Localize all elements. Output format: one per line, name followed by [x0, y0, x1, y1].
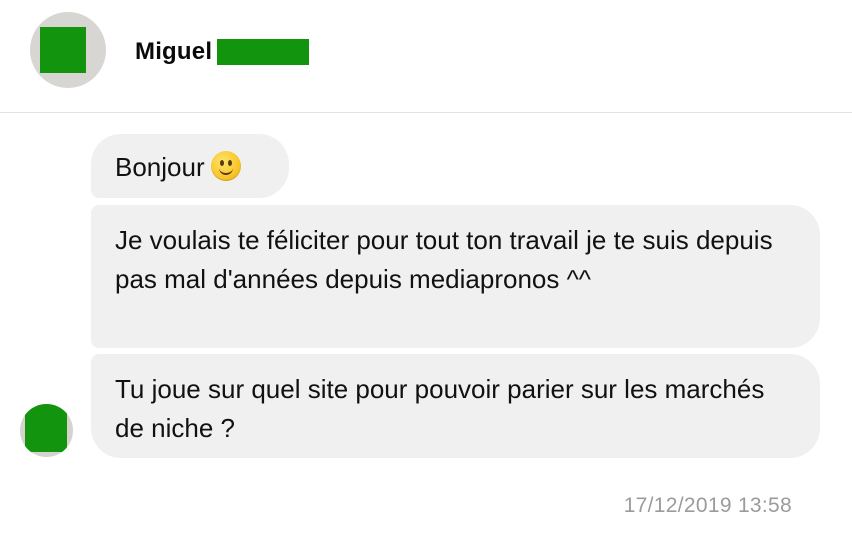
- contact-name: Miguel: [135, 38, 213, 65]
- message-text: Bonjour: [115, 152, 205, 182]
- avatar-censor-block: [40, 27, 86, 73]
- conversation-header: Miguel: [0, 0, 852, 113]
- sender-avatar[interactable]: [20, 404, 73, 457]
- conversation-view: Miguel Bonjour Je voulais te féliciter p…: [0, 0, 852, 548]
- message-text: Je voulais te féliciter pour tout ton tr…: [115, 225, 773, 294]
- message-bubble[interactable]: Je voulais te féliciter pour tout ton tr…: [91, 205, 820, 348]
- message-bubble[interactable]: Tu joue sur quel site pour pouvoir parie…: [91, 354, 820, 458]
- avatar-censor-block: [25, 404, 67, 452]
- smiling-face-icon: [210, 151, 241, 181]
- message-timestamp: 17/12/2019 13:58: [623, 494, 792, 517]
- contact-name-row[interactable]: Miguel: [135, 34, 310, 70]
- message-text: Tu joue sur quel site pour pouvoir parie…: [115, 374, 765, 443]
- contact-avatar[interactable]: [30, 12, 106, 88]
- message-bubble[interactable]: Bonjour: [91, 134, 289, 198]
- surname-censor-block: [217, 39, 310, 65]
